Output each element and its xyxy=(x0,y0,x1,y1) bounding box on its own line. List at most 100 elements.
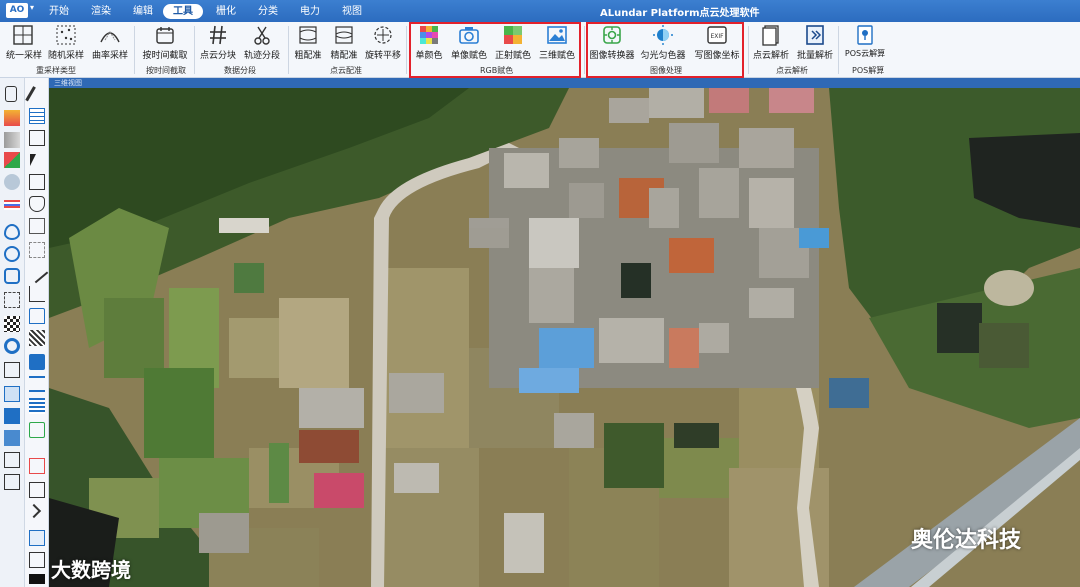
tool-label: 三维赋色 xyxy=(539,51,576,61)
random-sample-button[interactable]: 随机采样 xyxy=(48,24,84,64)
tab-power[interactable]: 电力 xyxy=(294,4,326,19)
dodge-color-button[interactable]: 匀光匀色器 xyxy=(640,24,686,64)
time-clip-button[interactable]: 按时间截取 xyxy=(142,24,188,64)
tool-label: 曲率采样 xyxy=(92,51,129,61)
arrow-right-icon[interactable] xyxy=(26,503,42,519)
group-label-register: 点云配准 xyxy=(330,66,362,75)
uniform-sample-button[interactable]: 统一采样 xyxy=(6,24,43,64)
point-cloud-viewport[interactable]: 大数跨境 奥伦达科技 xyxy=(49,88,1080,587)
fine-register-button[interactable]: 精配准 xyxy=(328,24,360,64)
picture-icon[interactable] xyxy=(29,354,45,370)
ruler-icon[interactable] xyxy=(25,260,49,284)
eye-icon[interactable] xyxy=(4,224,20,240)
ortho-icon xyxy=(504,26,522,44)
tab-rasterize[interactable]: 栅化 xyxy=(210,4,242,19)
tool-label: 统一采样 xyxy=(6,51,43,61)
tool-label: 精配准 xyxy=(330,51,358,61)
left-toolbar-secondary xyxy=(25,78,49,587)
cube-wire-icon[interactable] xyxy=(4,474,20,490)
clear-icon[interactable] xyxy=(29,458,45,474)
list-icon[interactable] xyxy=(29,108,45,124)
brightness-icon xyxy=(653,25,673,45)
tab-view[interactable]: 视图 xyxy=(336,4,368,19)
checker-icon[interactable] xyxy=(4,316,20,332)
curvature-sample-icon xyxy=(100,31,120,43)
image-converter-button[interactable]: 图像转换器 xyxy=(589,24,635,64)
tool-label: 随机采样 xyxy=(48,51,85,61)
checkbox-icon[interactable] xyxy=(29,530,45,546)
rotate-icon xyxy=(374,26,392,44)
file-icon[interactable] xyxy=(29,482,45,498)
tab-render[interactable]: 渲染 xyxy=(84,4,118,19)
panel-icon[interactable] xyxy=(29,552,45,568)
solid-box-icon[interactable] xyxy=(4,408,20,424)
batch-parse-button[interactable]: 批量解析 xyxy=(796,24,834,64)
angle-icon[interactable] xyxy=(29,286,45,302)
point-cloud-parse-button[interactable]: 点云解析 xyxy=(752,24,790,64)
app-logo[interactable]: AO xyxy=(6,3,28,18)
rect-icon[interactable] xyxy=(29,174,45,190)
trajectory-split-button[interactable]: 轨迹分段 xyxy=(244,24,280,64)
layer-icon[interactable] xyxy=(5,86,17,102)
tool-label: 匀光匀色器 xyxy=(640,51,686,61)
write-image-coord-button[interactable]: EXIF 写图像坐标 xyxy=(694,24,740,64)
3d-color-button[interactable]: 三维赋色 xyxy=(539,24,575,64)
tab-tools[interactable]: 工具 xyxy=(163,4,203,19)
lasso-icon[interactable] xyxy=(29,196,45,212)
classify-icon[interactable] xyxy=(4,174,20,190)
cube-outline-icon[interactable] xyxy=(4,452,20,468)
eye-open-icon[interactable] xyxy=(4,246,20,262)
app-title: ALundar Platform点云处理软件 xyxy=(600,8,760,19)
exif-icon: EXIF xyxy=(707,26,727,44)
box-blue-icon[interactable] xyxy=(4,386,20,402)
chevron-down-icon[interactable]: ▾ xyxy=(30,3,34,12)
rgb-icon[interactable] xyxy=(4,152,20,168)
black-box-icon[interactable] xyxy=(29,574,45,584)
left-toolbar-primary xyxy=(0,78,25,587)
band-icon[interactable] xyxy=(4,200,20,210)
tab-classify[interactable]: 分类 xyxy=(252,4,284,19)
pen-icon[interactable] xyxy=(25,86,37,102)
curvature-sample-button[interactable]: 曲率采样 xyxy=(92,24,128,64)
separator xyxy=(584,26,585,74)
pos-solve-button[interactable]: POS云解算 xyxy=(842,24,888,64)
tab-edit[interactable]: 编辑 xyxy=(126,4,160,19)
single-image-color-button[interactable]: 单像赋色 xyxy=(451,24,487,64)
gear-icon[interactable] xyxy=(4,338,20,354)
tab-start[interactable]: 开始 xyxy=(44,4,74,19)
group-label-time: 按时间截取 xyxy=(146,66,186,75)
rotate-translate-button[interactable]: 旋转平移 xyxy=(364,24,402,64)
batch-icon xyxy=(806,25,824,45)
coarse-register-icon xyxy=(299,26,317,44)
group-label-rgb: RGB赋色 xyxy=(480,66,514,75)
color-ramp-icon[interactable] xyxy=(4,110,20,126)
house-icon[interactable] xyxy=(29,308,45,324)
single-color-button[interactable]: 单颜色 xyxy=(413,24,445,64)
tool-label: 批量解析 xyxy=(796,51,833,61)
calendar-icon xyxy=(156,27,174,44)
ortho-color-button[interactable]: 正射赋色 xyxy=(495,24,531,64)
title-bar: AO ▾ 开始 渲染 编辑 工具 栅化 分类 电力 视图 ALundar Pla… xyxy=(0,0,1080,22)
copy-icon[interactable] xyxy=(29,130,45,146)
select-icon[interactable] xyxy=(4,268,20,284)
cube-icon[interactable] xyxy=(4,430,20,446)
text-box-icon[interactable] xyxy=(29,218,45,234)
lines-icon[interactable] xyxy=(29,398,45,414)
separator xyxy=(406,26,407,74)
tower-icon[interactable] xyxy=(29,376,45,392)
intensity-icon[interactable] xyxy=(4,132,20,148)
box-icon[interactable] xyxy=(4,362,20,378)
group-label-pos: POS解算 xyxy=(852,66,885,75)
coarse-register-button[interactable]: 粗配准 xyxy=(292,24,324,64)
point-cloud-tile-button[interactable]: 点云分块 xyxy=(200,24,236,64)
group-label-image: 图像处理 xyxy=(650,66,682,75)
tool-label: 写图像坐标 xyxy=(694,51,740,61)
frame-select-icon[interactable] xyxy=(4,292,20,308)
group-label-segment: 数据分段 xyxy=(224,66,256,75)
cursor-icon[interactable] xyxy=(30,154,42,166)
separator xyxy=(748,26,749,74)
hatch-icon[interactable] xyxy=(29,330,45,346)
pos-solve-icon xyxy=(857,25,873,45)
check-icon[interactable] xyxy=(29,422,45,438)
dashed-box-icon[interactable] xyxy=(29,242,45,258)
